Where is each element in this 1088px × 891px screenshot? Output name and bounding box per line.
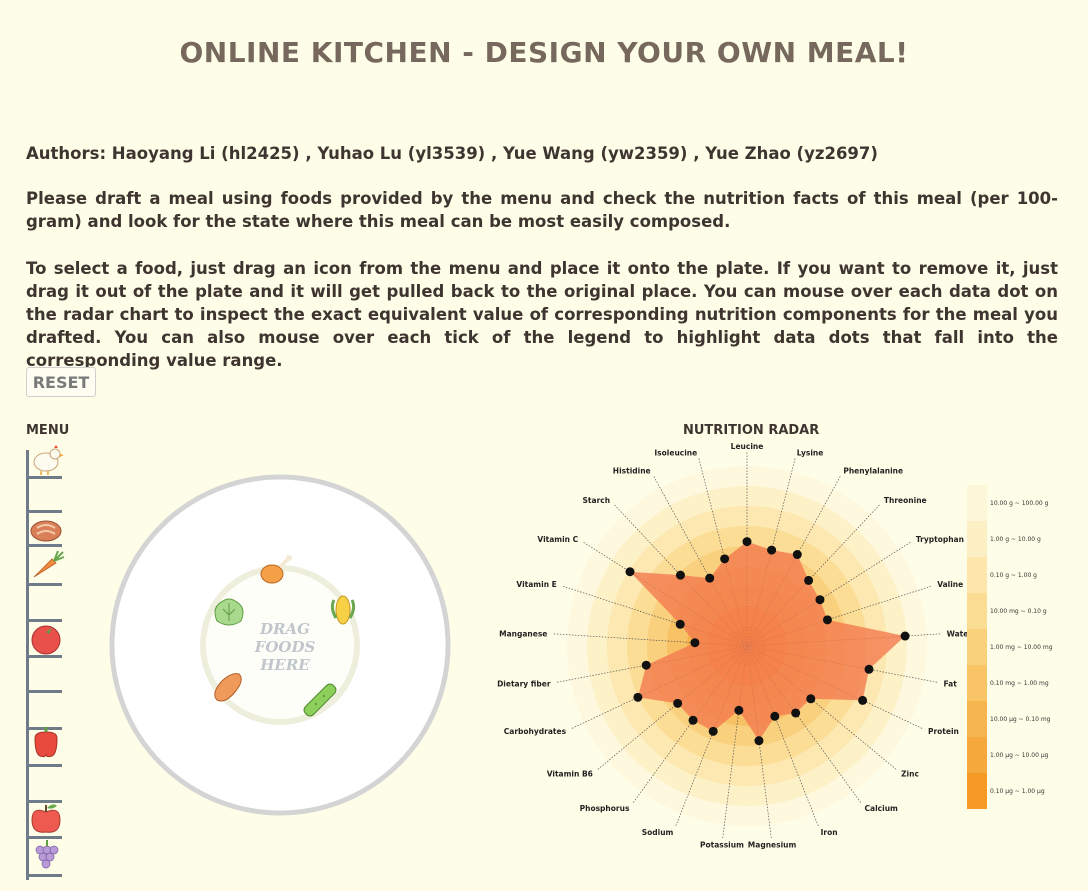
- radar-axis-label-zinc: Zinc: [901, 769, 919, 778]
- radar-axis-label-vitamin-b6: Vitamin B6: [547, 769, 593, 778]
- radar-dot-isoleucine[interactable]: [720, 554, 730, 564]
- radar-axis-label-leucine: Leucine: [731, 442, 764, 451]
- main-canvas: DRAG FOODS HERE Leucine Lysine Phenylalani…: [26, 442, 1053, 880]
- legend-tick-swatch[interactable]: [967, 629, 987, 665]
- radar-axis-label-sodium: Sodium: [642, 828, 674, 837]
- radar-axis-label-fat: Fat: [943, 679, 957, 688]
- legend-tick-swatch[interactable]: [967, 557, 987, 593]
- legend-tick-label[interactable]: 10.00 mg ~ 0.10 g: [990, 608, 1047, 615]
- radar-dot-histidine[interactable]: [705, 573, 715, 583]
- chicken-icon[interactable]: [33, 445, 64, 475]
- radar-dot-zinc[interactable]: [806, 694, 816, 704]
- radar-dot-starch[interactable]: [675, 570, 685, 580]
- radar-dot-calcium[interactable]: [791, 708, 801, 718]
- radar-dot-leucine[interactable]: [742, 537, 752, 547]
- radar-axis-label-vitamin-c: Vitamin C: [537, 535, 578, 544]
- radar-axis-label-phenylalanine: Phenylalanine: [843, 467, 903, 476]
- legend-tick-label[interactable]: 1.00 µg ~ 10.00 µg: [990, 752, 1049, 759]
- plate-hint-line-2: FOODS: [254, 638, 316, 656]
- legend-tick-label[interactable]: 0.10 g ~ 1.00 g: [990, 572, 1037, 579]
- radar-dot-protein[interactable]: [858, 695, 868, 705]
- radar-dot-vitamin-b6[interactable]: [673, 698, 683, 708]
- radar-dot-carbohydrates[interactable]: [633, 692, 643, 702]
- radar-axis-label-magnesium: Magnesium: [748, 840, 797, 849]
- radar-axis-label-manganese: Manganese: [499, 629, 547, 638]
- radar-dot-vitamin-c[interactable]: [625, 567, 635, 577]
- radar-axis-label-dietary-fiber: Dietary fiber: [497, 679, 551, 688]
- plate-hint-line-1: DRAG: [259, 620, 310, 638]
- radar-axis-label-protein: Protein: [928, 727, 959, 736]
- nutrition-radar-chart: Leucine Lysine Phenylalanine Threonine Trypt…: [497, 442, 972, 849]
- legend-tick-label[interactable]: 1.00 mg ~ 10.00 mg: [990, 644, 1053, 651]
- grapes-icon[interactable]: [35, 840, 59, 869]
- legend-tick-swatch[interactable]: [967, 737, 987, 773]
- legend-tick-swatch[interactable]: [967, 485, 987, 521]
- radar-dot-vitamin-e[interactable]: [675, 619, 685, 629]
- radar-dot-valine[interactable]: [822, 615, 832, 625]
- legend-tick-label[interactable]: 1.00 g ~ 10.00 g: [990, 536, 1041, 543]
- plate[interactable]: DRAG FOODS HERE: [109, 474, 451, 816]
- radar-dot-tryptophan[interactable]: [815, 595, 825, 605]
- radar-axis-label-isoleucine: Isoleucine: [654, 448, 697, 457]
- radar-axis-label-carbohydrates: Carbohydrates: [504, 727, 567, 736]
- radar-axis-label-potassium: Potassium: [700, 840, 744, 849]
- radar-dot-phenylalanine[interactable]: [792, 550, 802, 560]
- legend-tick-label[interactable]: 0.10 µg ~ 1.00 µg: [990, 788, 1045, 795]
- radar-dot-potassium[interactable]: [734, 705, 744, 715]
- radar-dot-phosphorus[interactable]: [688, 715, 698, 725]
- carrot-icon[interactable]: [33, 550, 65, 578]
- legend-tick-swatch[interactable]: [967, 773, 987, 809]
- legend-tick-swatch[interactable]: [967, 665, 987, 701]
- radar-axis-label-calcium: Calcium: [865, 804, 898, 813]
- radar-dot-iron[interactable]: [770, 711, 780, 721]
- steak-icon[interactable]: [30, 520, 62, 542]
- apple-icon[interactable]: [31, 804, 61, 833]
- radar-axis-label-threonine: Threonine: [884, 496, 927, 505]
- radar-axis-label-valine: Valine: [937, 580, 963, 589]
- legend-tick-label[interactable]: 10.00 g ~ 100.00 g: [990, 500, 1049, 507]
- radar-dot-manganese[interactable]: [690, 638, 700, 648]
- radar-dot-water[interactable]: [900, 631, 910, 641]
- legend-tick-swatch[interactable]: [967, 593, 987, 629]
- radar-axis-label-histidine: Histidine: [613, 467, 651, 476]
- radar-dot-lysine[interactable]: [767, 545, 777, 555]
- radar-dot-sodium[interactable]: [708, 726, 718, 736]
- plate-hint-line-3: HERE: [259, 656, 310, 674]
- legend-tick-swatch[interactable]: [967, 701, 987, 737]
- tomato-icon[interactable]: [31, 625, 61, 655]
- radar-axis-label-vitamin-e: Vitamin E: [516, 580, 556, 589]
- radar-legend: 10.00 g ~ 100.00 g 1.00 g ~ 10.00 g 0.10 g…: [967, 485, 1053, 809]
- radar-dot-fat[interactable]: [864, 664, 874, 674]
- radar-axis-label-starch: Starch: [583, 496, 611, 505]
- bell-pepper-icon[interactable]: [34, 727, 58, 758]
- legend-tick-label[interactable]: 10.00 µg ~ 0.10 mg: [990, 716, 1051, 723]
- radar-dot-dietary-fiber[interactable]: [641, 660, 651, 670]
- radar-dot-magnesium[interactable]: [754, 736, 764, 746]
- radar-axis-label-lysine: Lysine: [797, 448, 824, 457]
- radar-dot-threonine[interactable]: [804, 575, 814, 585]
- radar-axis-label-tryptophan: Tryptophan: [916, 535, 964, 544]
- legend-tick-label[interactable]: 0.10 mg ~ 1.00 mg: [990, 680, 1049, 687]
- lettuce-icon: [214, 598, 244, 626]
- radar-axis-label-iron: Iron: [821, 828, 838, 837]
- radar-axis-label-phosphorus: Phosphorus: [580, 804, 630, 813]
- legend-tick-swatch[interactable]: [967, 521, 987, 557]
